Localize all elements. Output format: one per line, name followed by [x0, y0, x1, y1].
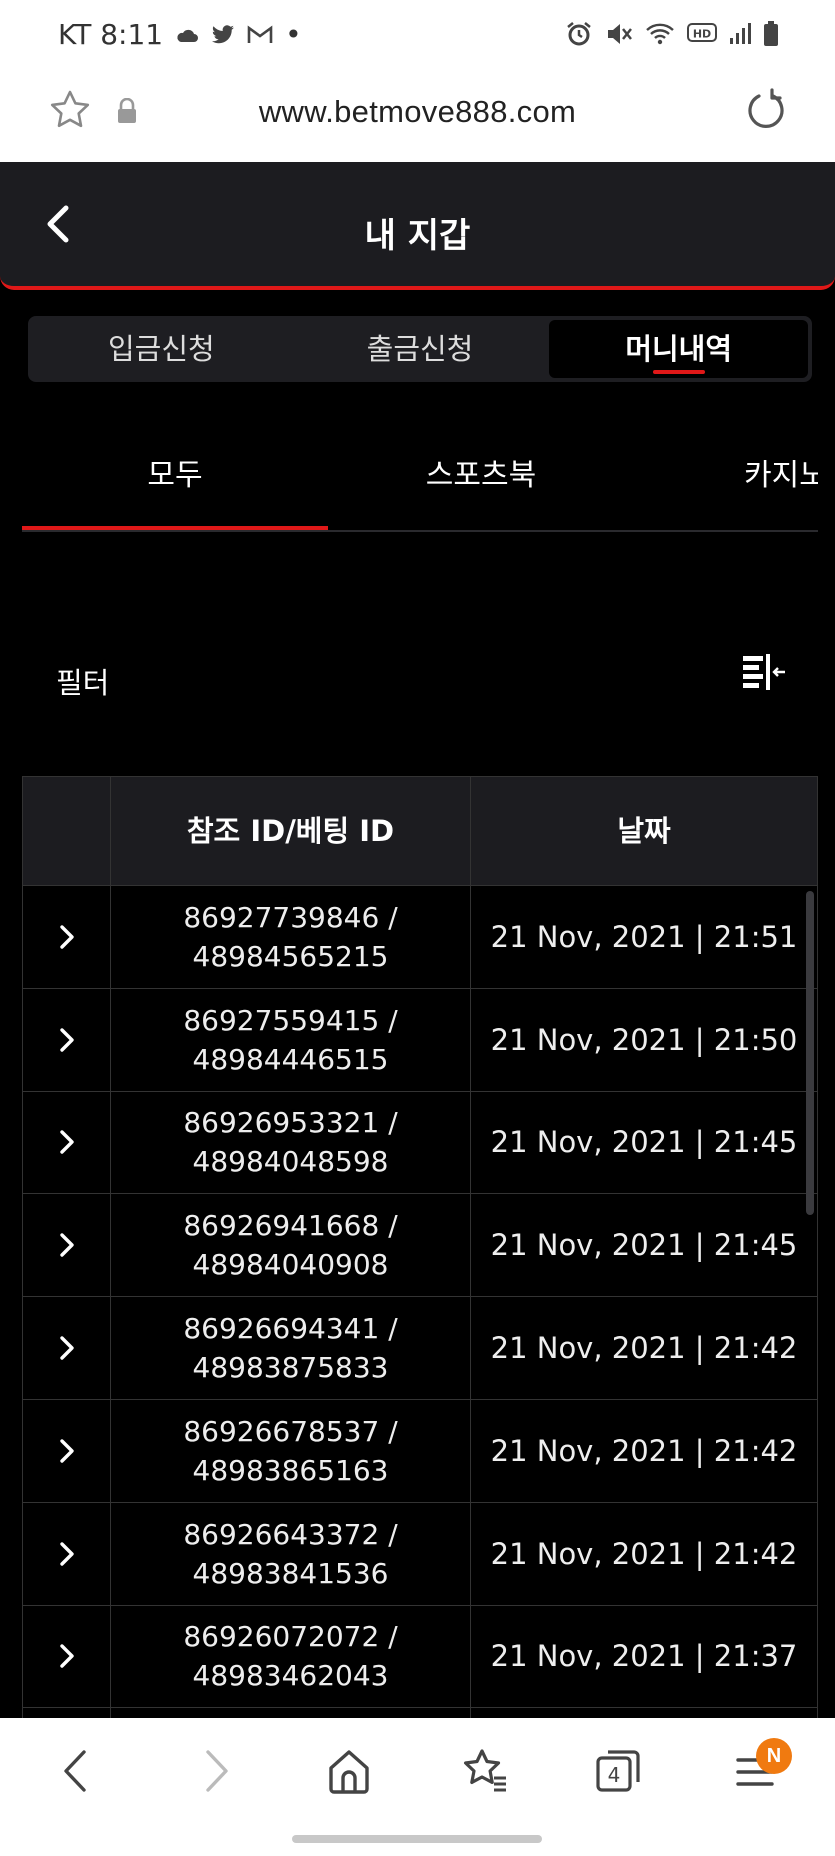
expand-chevron-icon[interactable] [23, 1194, 111, 1297]
ref-bet-id-cell: 86926678537 / 48983865163 [111, 1399, 471, 1502]
header-ref-bet-id: 참조 ID/베팅 ID [111, 777, 471, 885]
table-scrollbar[interactable] [806, 891, 814, 1215]
ref-id: 86926941668 / [183, 1209, 398, 1243]
date-cell [471, 1708, 817, 1718]
date-cell: 21 Nov, 2021 | 21:50 [490, 1022, 798, 1057]
bet-id: 48984040908 [192, 1248, 389, 1282]
browser-url-bar: www.betmove888.com [0, 72, 835, 162]
browser-forward-icon[interactable] [200, 1746, 232, 1796]
app-header: 내 지갑 [0, 162, 835, 290]
ref-id: 86927559415 / [183, 1003, 398, 1037]
hd-voice-icon: HD [687, 23, 717, 42]
date-cell: 21 Nov, 2021 | 21:45 [490, 1125, 798, 1160]
category-tabs: 모두 스포츠북 카지노 [22, 420, 818, 532]
notification-dot: • [285, 18, 302, 51]
category-tab-all[interactable]: 모두 [22, 450, 328, 494]
table-body: 86927739846 / 48984565215 21 Nov, 2021 | … [22, 886, 818, 1718]
ref-id: 86926678537 / [183, 1414, 398, 1448]
table-row[interactable] [22, 1708, 818, 1718]
header-expand-col [23, 777, 111, 885]
filter-label: 필터 [56, 666, 110, 700]
bet-id: 48984565215 [192, 939, 389, 973]
wallet-tabs: 입금신청 출금신청 머니내역 [28, 316, 812, 382]
menu-new-badge: N [756, 1738, 792, 1774]
ref-bet-id-cell [111, 1708, 471, 1718]
browser-back-icon[interactable] [60, 1746, 92, 1796]
status-right: HD [565, 20, 779, 48]
date-cell: 21 Nov, 2021 | 21:42 [490, 1433, 798, 1468]
bet-id: 48983875833 [192, 1351, 389, 1385]
ref-bet-id-cell: 86927739846 / 48984565215 [111, 886, 471, 988]
expand-chevron-icon[interactable] [23, 1297, 111, 1399]
signal-icon [730, 23, 751, 44]
cloud-icon [177, 29, 199, 42]
table-row[interactable]: 86926953321 / 48984048598 21 Nov, 2021 | … [22, 1091, 818, 1195]
expand-chevron-icon[interactable] [23, 1708, 111, 1718]
ref-id: 86926694341 / [183, 1312, 398, 1346]
ref-bet-id-cell: 86926953321 / 48984048598 [111, 1091, 471, 1194]
table-header: 참조 ID/베팅 ID 날짜 [22, 776, 818, 886]
bet-id: 48984446515 [192, 1042, 389, 1076]
tab-money-history[interactable]: 머니내역 [549, 320, 809, 378]
bet-id: 48984048598 [192, 1145, 389, 1179]
gmail-icon [247, 24, 273, 43]
wifi-icon [646, 23, 674, 45]
table-row[interactable]: 86927739846 / 48984565215 21 Nov, 2021 | … [22, 886, 818, 989]
tab-withdraw-request[interactable]: 출금신청 [291, 320, 550, 378]
ref-bet-id-cell: 86926643372 / 48983841536 [111, 1502, 471, 1605]
ref-id: 86927739846 / [183, 900, 398, 934]
table-row[interactable]: 86927559415 / 48984446515 21 Nov, 2021 | … [22, 988, 818, 1092]
filter-toggle-icon[interactable] [741, 650, 787, 696]
table-row[interactable]: 86926643372 / 48983841536 21 Nov, 2021 | … [22, 1502, 818, 1606]
header-date: 날짜 [617, 814, 671, 848]
mute-icon [608, 24, 632, 44]
url-text[interactable]: www.betmove888.com [0, 94, 835, 130]
gesture-bar[interactable] [292, 1835, 542, 1843]
expand-chevron-icon[interactable] [23, 1091, 111, 1194]
category-tab-casino[interactable]: 카지노 [744, 450, 818, 494]
bet-id: 48983462043 [192, 1659, 389, 1693]
date-cell: 21 Nov, 2021 | 21:51 [490, 919, 798, 954]
bet-id: 48983841536 [192, 1556, 389, 1590]
bookmarks-icon[interactable] [460, 1746, 510, 1796]
page-title: 내 지갑 [364, 216, 471, 256]
ref-bet-id-cell: 86926072072 / 48983462043 [111, 1605, 471, 1708]
tabs-icon[interactable]: 4 [594, 1746, 644, 1796]
expand-chevron-icon[interactable] [23, 1605, 111, 1708]
table-row[interactable]: 86926694341 / 48983875833 21 Nov, 2021 | … [22, 1297, 818, 1400]
reload-icon[interactable] [743, 88, 787, 132]
carrier-time: KT 8:11 [58, 18, 164, 51]
table-row[interactable]: 86926678537 / 48983865163 21 Nov, 2021 | … [22, 1399, 818, 1503]
date-cell: 21 Nov, 2021 | 21:37 [490, 1639, 798, 1674]
svg-text:HD: HD [693, 28, 711, 41]
tab-deposit-request[interactable]: 입금신청 [32, 320, 291, 378]
expand-chevron-icon[interactable] [23, 1399, 111, 1502]
table-row[interactable]: 86926941668 / 48984040908 21 Nov, 2021 | … [22, 1194, 818, 1298]
ref-id: 86926643372 / [183, 1517, 398, 1551]
expand-chevron-icon[interactable] [23, 988, 111, 1091]
bet-id: 48983865163 [192, 1453, 389, 1487]
active-tab-underline [22, 526, 328, 530]
expand-chevron-icon[interactable] [23, 1502, 111, 1605]
category-tab-sportsbook[interactable]: 스포츠북 [328, 450, 634, 494]
battery-icon [764, 21, 778, 46]
tabs-count: 4 [608, 1763, 621, 1787]
alarm-icon [567, 22, 591, 46]
ref-bet-id-cell: 86926694341 / 48983875833 [111, 1297, 471, 1399]
ref-id: 86926953321 / [183, 1106, 398, 1140]
ref-bet-id-cell: 86927559415 / 48984446515 [111, 988, 471, 1091]
ref-bet-id-cell: 86926941668 / 48984040908 [111, 1194, 471, 1297]
expand-chevron-icon[interactable] [23, 886, 111, 988]
twitter-icon [212, 24, 235, 43]
status-bar: KT 8:11 • HD [0, 0, 835, 72]
status-left: KT 8:11 • [58, 18, 302, 51]
transaction-table: 참조 ID/베팅 ID 날짜 86927739846 / 48984565215 … [22, 776, 818, 1718]
home-icon[interactable] [326, 1746, 372, 1796]
date-cell: 21 Nov, 2021 | 21:42 [490, 1331, 798, 1366]
table-row[interactable]: 86926072072 / 48983462043 21 Nov, 2021 | … [22, 1605, 818, 1709]
date-cell: 21 Nov, 2021 | 21:45 [490, 1228, 798, 1263]
ref-id: 86926072072 / [183, 1620, 398, 1654]
date-cell: 21 Nov, 2021 | 21:42 [490, 1536, 798, 1571]
